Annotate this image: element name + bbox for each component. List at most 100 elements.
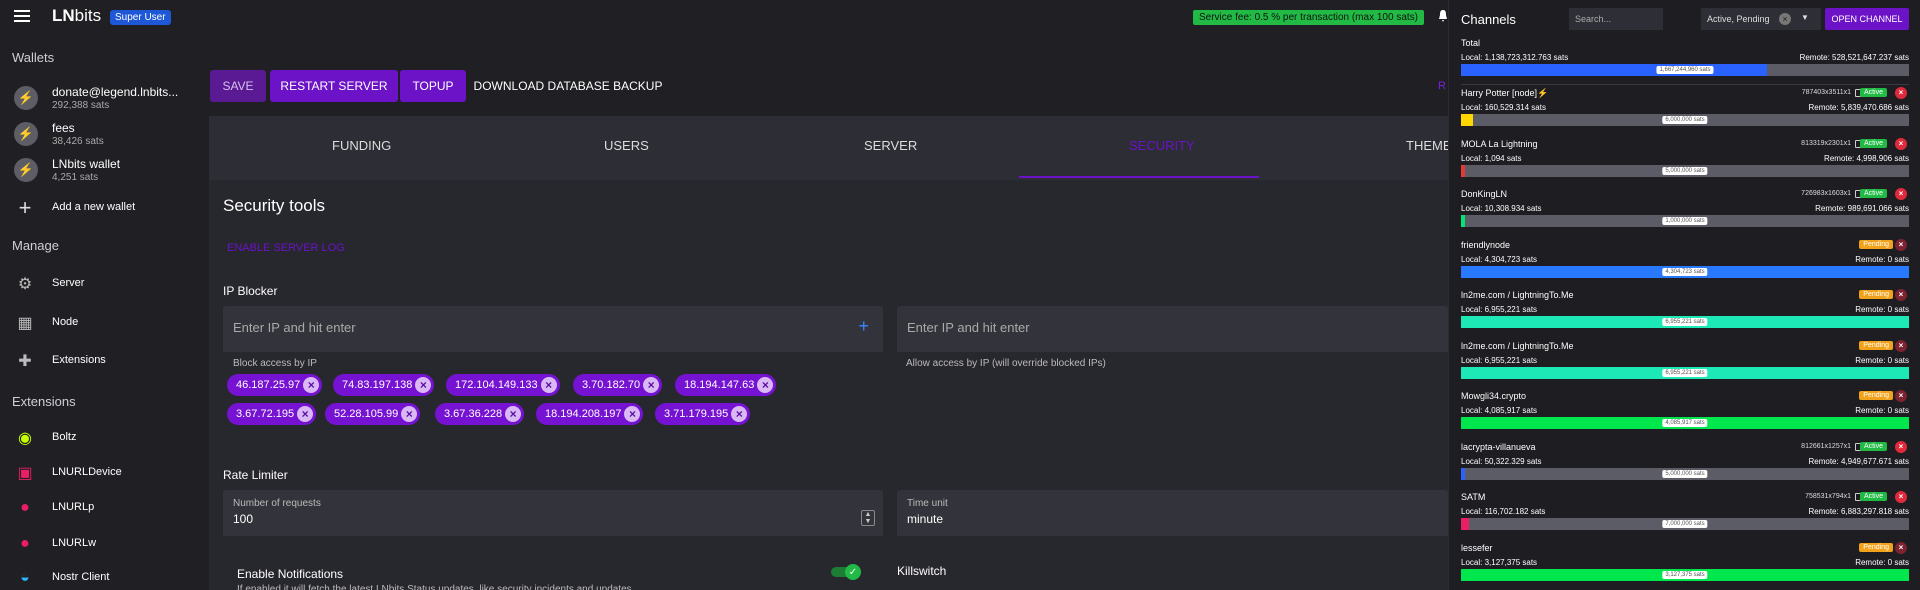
close-channel-icon[interactable]: × <box>1895 339 1907 352</box>
restart-server-button[interactable]: Restart Server <box>270 70 398 102</box>
add-icon[interactable]: + <box>858 316 869 337</box>
channel-search-input[interactable]: Search... <box>1569 8 1663 30</box>
sidebar-item-extensions[interactable]: ✚ Extensions <box>0 347 209 375</box>
channel-name: DonKingLN <box>1461 189 1508 199</box>
wallet-name: donate@legend.lnbits... <box>52 85 179 99</box>
balance-bar-fill <box>1461 467 1466 480</box>
channel-row[interactable]: MOLA La Lightning 813319x2301x1 Active × Loc… <box>1461 137 1909 185</box>
open-channel-button[interactable]: Open Channel <box>1825 8 1909 30</box>
remove-icon[interactable]: × <box>297 406 314 422</box>
bolt-icon: ⚡ <box>14 86 38 110</box>
sidebar-item-lnurlw[interactable]: ● LNURLw <box>0 530 209 558</box>
node-icon: ▦ <box>17 315 33 332</box>
close-channel-icon[interactable]: × <box>1895 541 1907 554</box>
tab-theme[interactable]: Theme <box>1406 138 1452 153</box>
block-ip-input[interactable]: Enter IP and hit enter + <box>223 306 883 352</box>
close-channel-icon[interactable]: × <box>1895 87 1907 99</box>
channel-row[interactable]: SATM 758531x794x1 Active × Local: 116,702.18… <box>1461 491 1909 538</box>
channel-row[interactable]: lessefer Pending × Local: 3,127,375 sats Rem… <box>1461 541 1909 589</box>
close-channel-icon[interactable]: × <box>1895 188 1907 200</box>
capacity-label: 1,000,000 sats <box>1662 217 1708 225</box>
remove-icon[interactable]: × <box>415 377 432 393</box>
channel-row[interactable]: ln2me.com / LightningTo.Me Pending × Local:… <box>1461 339 1909 387</box>
remove-icon[interactable]: × <box>731 406 748 422</box>
channel-status-filter[interactable]: Active, Pending × ▼ <box>1701 8 1821 30</box>
download-backup-button[interactable]: Download Database Backup <box>473 70 663 102</box>
status-badge: Active <box>1859 88 1887 97</box>
channel-id: 726983x1603x1 <box>1801 190 1851 197</box>
allow-ip-input[interactable]: Enter IP and hit enter <box>897 306 1448 352</box>
clear-icon[interactable]: × <box>1779 13 1791 25</box>
tab-funding[interactable]: Funding <box>332 138 391 153</box>
remote-balance: Remote: 0 sats <box>1855 305 1909 314</box>
local-balance: Local: 160,529.314 sats <box>1461 103 1546 112</box>
capacity-label: 4,304,723 sats <box>1662 267 1708 276</box>
chip-label: 3.71.179.195 <box>664 408 729 420</box>
ip-blocker-title: IP Blocker <box>223 284 278 298</box>
notifications-toggle[interactable]: ✓ <box>831 564 861 580</box>
time-unit-select[interactable]: Time unit minute <box>897 490 1448 536</box>
sidebar-item-node[interactable]: ▦ Node <box>0 309 209 337</box>
status-badge: Active <box>1859 492 1887 501</box>
number-stepper[interactable]: ▲ ▼ <box>861 510 875 526</box>
brand-logo[interactable]: LNbits <box>52 6 101 26</box>
close-channel-icon[interactable]: × <box>1895 238 1907 251</box>
local-balance: Local: 3,127,375 sats <box>1461 557 1538 567</box>
wallet-item[interactable]: ⚡ donate@legend.lnbits... 292,388 sats <box>0 81 209 117</box>
menu-icon[interactable] <box>14 10 30 22</box>
status-badge: Pending <box>1859 542 1893 552</box>
remove-icon[interactable]: × <box>757 377 774 393</box>
requests-label: Number of requests <box>233 498 321 509</box>
close-channel-icon[interactable]: × <box>1895 440 1907 453</box>
sidebar-item-nostr-client[interactable]: ◒ Nostr Client <box>0 564 209 590</box>
channel-row[interactable]: Mowgli34.crypto Pending × Local: 4,085,917 … <box>1461 390 1909 437</box>
channel-id: 787403x3511x1 <box>1801 89 1851 96</box>
sidebar-item-lnurldevice[interactable]: ▣ LNURLDevice <box>0 459 209 487</box>
truncated-link[interactable]: R <box>1438 80 1446 92</box>
capacity-label: 1,667,244,960 sats <box>1656 66 1714 74</box>
channel-row[interactable]: Harry Potter [node]⚡ 787403x3511x1 Active ×… <box>1461 87 1909 134</box>
topup-button[interactable]: Topup <box>400 70 466 102</box>
channel-name: ln2me.com / LightningTo.Me <box>1461 340 1574 351</box>
close-channel-icon[interactable]: × <box>1895 137 1907 150</box>
remove-icon[interactable]: × <box>624 406 641 422</box>
remove-icon[interactable]: × <box>505 406 522 422</box>
close-channel-icon[interactable]: × <box>1895 390 1907 402</box>
tab-server[interactable]: Server <box>864 138 917 153</box>
time-unit-label: Time unit <box>907 498 948 509</box>
remove-icon[interactable]: × <box>540 377 557 393</box>
bell-icon[interactable] <box>1438 10 1448 22</box>
remote-balance: Remote: 4,949,677.671 sats <box>1808 456 1909 466</box>
capacity-label: 6,000,000 sats <box>1662 116 1708 124</box>
tab-users[interactable]: Users <box>604 138 649 153</box>
sidebar-item-lnurlp[interactable]: ● LNURLp <box>0 494 209 522</box>
wallet-item[interactable]: ⚡ fees 38,426 sats <box>0 117 209 153</box>
channel-row[interactable]: friendlynode Pending × Local: 4,304,723 sat… <box>1461 238 1909 286</box>
wallet-item[interactable]: ⚡ LNbits wallet 4,251 sats <box>0 153 209 189</box>
add-wallet-button[interactable]: + Add a new wallet <box>0 194 209 222</box>
enable-server-log-button[interactable]: Enable Server Log <box>227 242 345 254</box>
save-button[interactable]: Save <box>210 70 266 102</box>
local-balance: Local: 4,085,917 sats <box>1461 406 1538 415</box>
balance-bar: 6,955,221 sats <box>1461 366 1909 379</box>
sidebar-item-boltz[interactable]: ◉ Boltz <box>0 424 209 452</box>
balance-bar-fill <box>1461 114 1474 126</box>
close-channel-icon[interactable]: × <box>1895 289 1907 301</box>
status-badge: Pending <box>1859 340 1893 350</box>
sidebar-item-label: Node <box>52 316 79 328</box>
remove-icon[interactable]: × <box>643 377 660 393</box>
sidebar-item-server[interactable]: ⚙ Server <box>0 270 209 298</box>
close-channel-icon[interactable]: × <box>1895 491 1907 503</box>
wallets-title: Wallets <box>12 50 55 65</box>
requests-number-input[interactable]: Number of requests 100 ▲ ▼ <box>223 490 883 536</box>
remove-icon[interactable]: × <box>303 377 320 393</box>
channel-row[interactable]: ln2me.com / LightningTo.Me Pending × Local:… <box>1461 289 1909 336</box>
channel-row[interactable]: DonKingLN 726983x1603x1 Active × Local: 10,3… <box>1461 188 1909 235</box>
tab-security[interactable]: Security <box>1129 138 1195 153</box>
remove-icon[interactable]: × <box>401 406 418 422</box>
balance-bar-fill <box>1461 215 1466 227</box>
channel-row[interactable]: lacrypta-villanueva 812661x1257x1 Active × L… <box>1461 440 1909 488</box>
remote-balance: Remote: 0 sats <box>1855 254 1909 264</box>
wallet-balance: 4,251 sats <box>52 172 99 183</box>
remote-balance: Remote: 0 sats <box>1855 406 1909 415</box>
